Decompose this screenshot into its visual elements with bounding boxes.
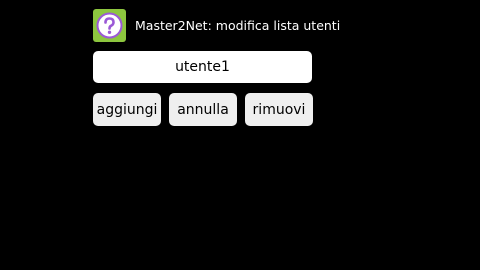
dialog-title: Master2Net: modifica lista utenti [135,18,341,33]
username-field[interactable] [93,51,312,83]
add-button[interactable]: aggiungi [93,93,161,126]
question-mark-icon [93,9,126,42]
dialog-header: Master2Net: modifica lista utenti [93,9,340,42]
question-mark-glyph [96,12,123,39]
remove-button[interactable]: rimuovi [245,93,313,126]
cancel-button[interactable]: annulla [169,93,237,126]
